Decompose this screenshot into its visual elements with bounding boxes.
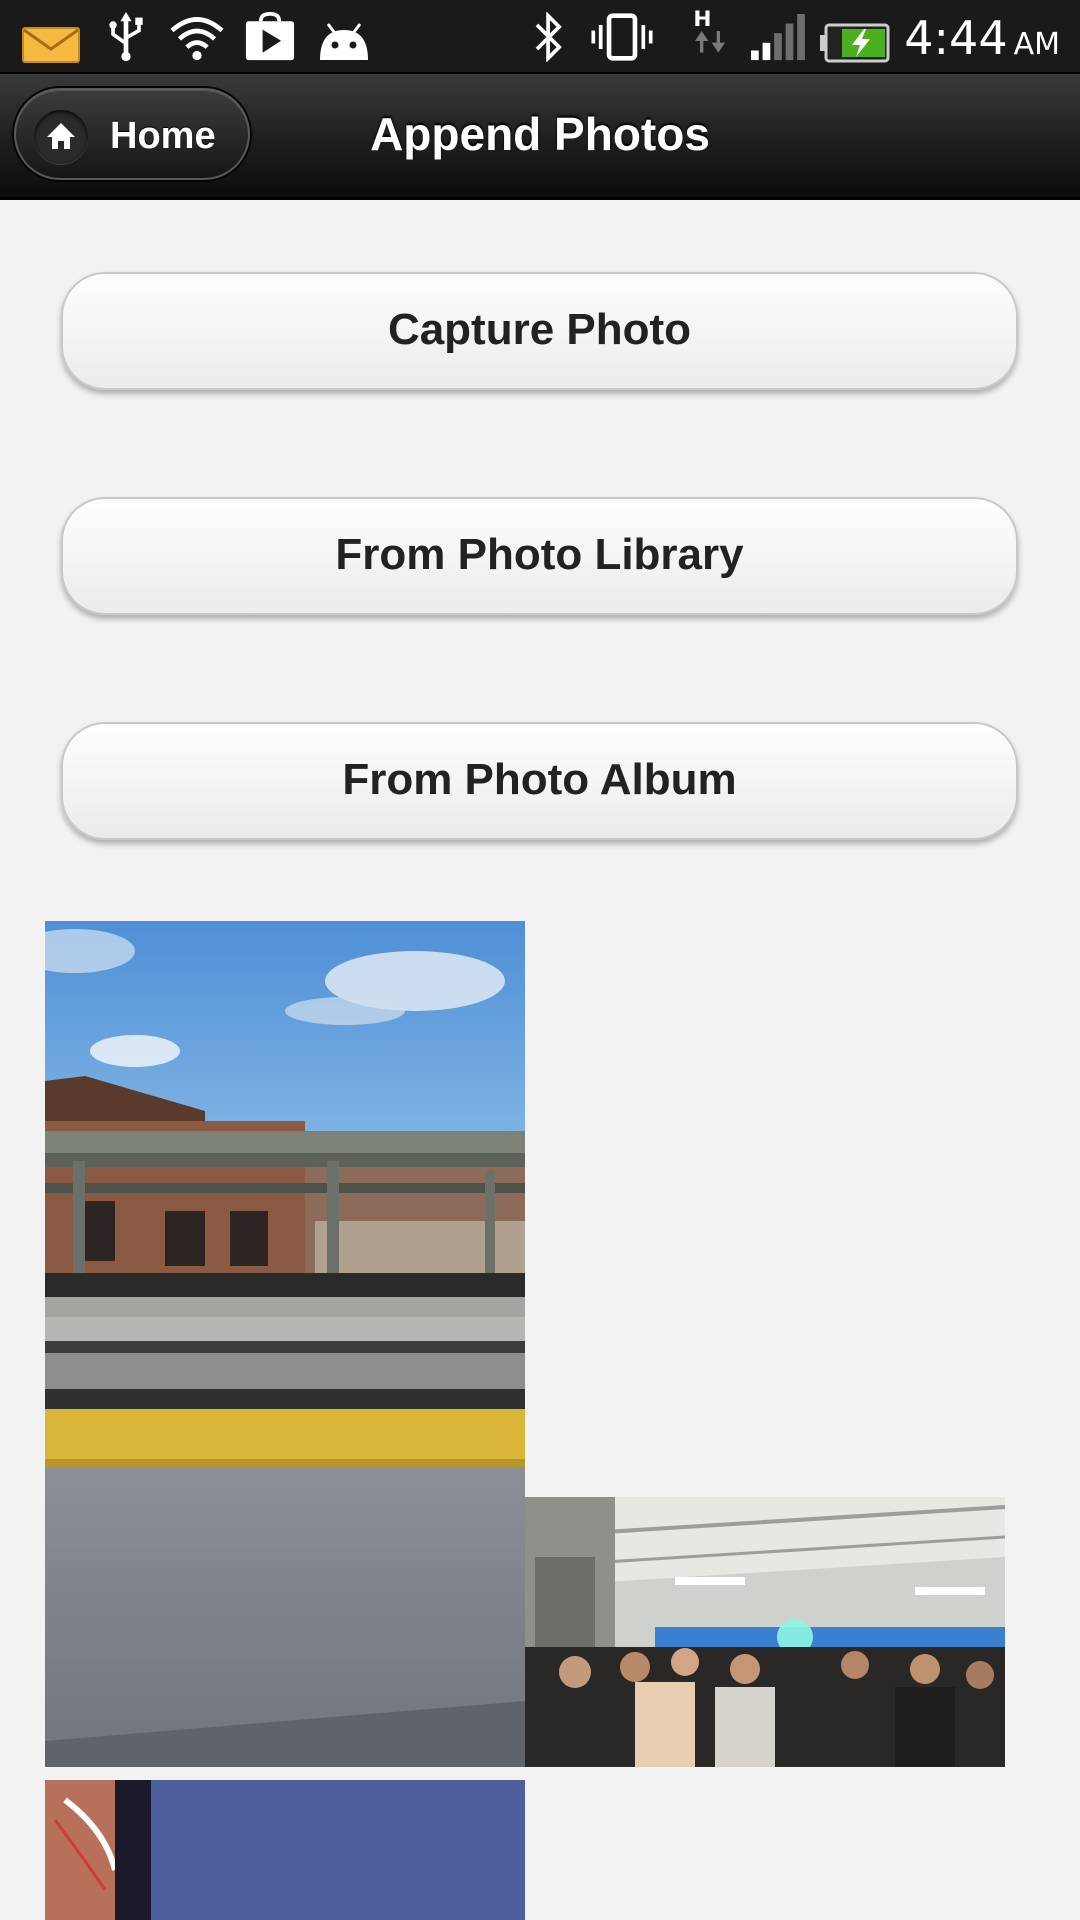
status-bar: H 4:44 AM (0, 0, 1080, 74)
vibrate-icon (591, 13, 653, 61)
photo-thumbnail[interactable] (525, 1497, 1005, 1767)
app-header: Home Append Photos (0, 74, 1080, 200)
android-icon (320, 23, 368, 60)
photo-library-button[interactable]: From Photo Library (61, 497, 1018, 615)
battery-charging-icon (820, 23, 890, 63)
play-store-icon (245, 12, 295, 61)
photo-album-button[interactable]: From Photo Album (61, 722, 1018, 840)
mail-icon (22, 27, 80, 63)
photo-thumbnail[interactable] (45, 1780, 525, 1920)
svg-text:H: H (693, 7, 711, 32)
usb-icon (109, 12, 143, 62)
page-title: Append Photos (370, 108, 710, 160)
bluetooth-icon (535, 12, 562, 62)
capture-photo-button[interactable]: Capture Photo (61, 272, 1018, 390)
signal-icon (751, 13, 805, 61)
status-clock: 4:44 AM (904, 11, 1060, 65)
photo-thumbnail[interactable] (45, 921, 525, 1767)
wifi-icon (170, 17, 224, 61)
data-h-icon: H (693, 7, 725, 53)
